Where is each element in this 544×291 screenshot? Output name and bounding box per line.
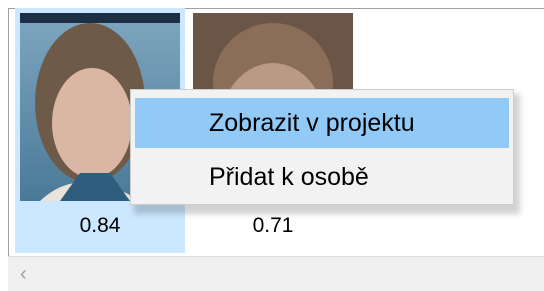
match-score: 0.71 [252, 214, 294, 237]
menu-item-add-to-person[interactable]: Přidat k osobě [135, 152, 509, 202]
context-menu: Zobrazit v projektu Přidat k osobě [130, 89, 514, 205]
menu-item-show-in-project[interactable]: Zobrazit v projektu [135, 98, 509, 148]
chevron-left-icon[interactable]: ‹ [20, 263, 40, 285]
horizontal-scrollbar[interactable]: ‹ [8, 256, 544, 291]
match-score: 0.84 [79, 214, 121, 237]
